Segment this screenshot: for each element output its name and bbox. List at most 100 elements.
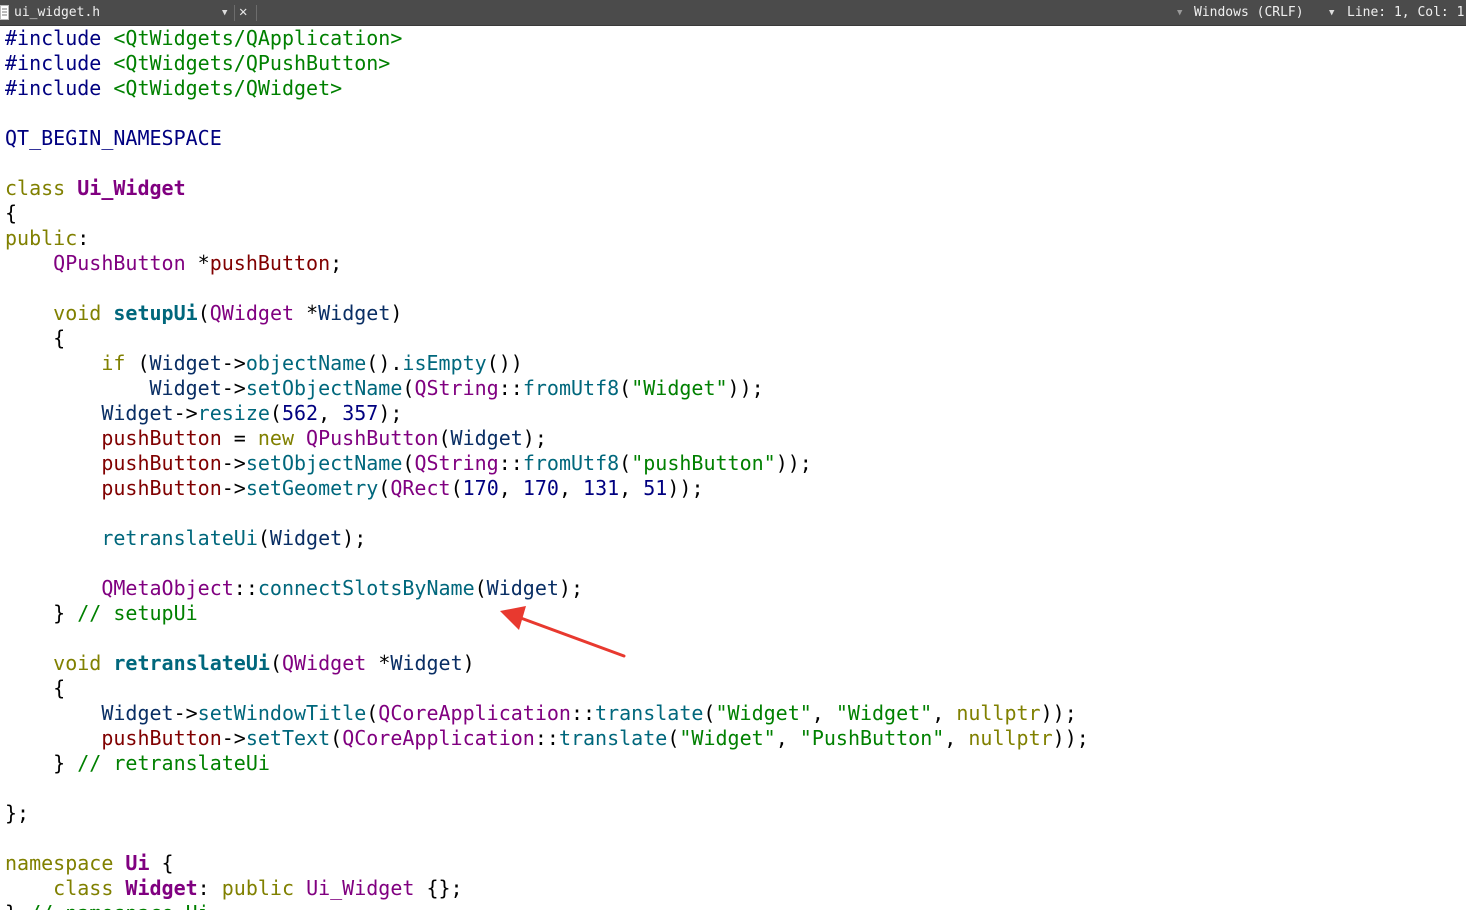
code-token: :: <box>570 701 596 725</box>
code-token: ( <box>257 526 270 550</box>
code-token: pushButton <box>101 726 222 750</box>
code-line[interactable]: } // retranslateUi <box>5 751 1089 776</box>
close-document-icon[interactable]: ✕ <box>239 4 247 21</box>
code-text[interactable]: #include <QtWidgets/QApplication> #includ… <box>5 26 1089 910</box>
code-line[interactable]: }; <box>5 801 1089 826</box>
code-line[interactable]: { <box>5 676 1089 701</box>
code-token: } <box>5 751 78 775</box>
code-token: public <box>221 876 307 900</box>
document-dropdown-icon[interactable]: ▼ <box>222 5 227 21</box>
code-line[interactable]: class Widget: public Ui_Widget {}; <box>5 876 1089 901</box>
code-token: QString <box>414 376 499 400</box>
code-token: setObjectName <box>245 451 403 475</box>
code-token: Ui_Widget <box>306 876 415 900</box>
code-token: )); <box>1052 726 1089 750</box>
encoding-dropdown-icon[interactable]: ▼ <box>1177 5 1182 21</box>
code-token: ); <box>558 576 584 600</box>
code-token: :: <box>233 576 258 600</box>
file-icon <box>0 5 9 20</box>
code-line[interactable] <box>5 551 1089 576</box>
code-editor[interactable]: #include <QtWidgets/QApplication> #includ… <box>0 26 1466 910</box>
document-selector[interactable]: ui_widget.h <box>14 5 100 21</box>
code-line[interactable]: { <box>5 201 1089 226</box>
code-line[interactable] <box>5 826 1089 851</box>
code-line[interactable]: class Ui_Widget <box>5 176 1089 201</box>
code-line[interactable] <box>5 776 1089 801</box>
code-line[interactable]: QT_BEGIN_NAMESPACE <box>5 126 1089 151</box>
code-token: setText <box>245 726 331 750</box>
line-endings-selector[interactable]: Windows (CRLF) <box>1194 5 1304 21</box>
code-token: ( <box>474 576 487 600</box>
code-token: ( <box>269 651 282 675</box>
code-token: <QtWidgets/QWidget> <box>113 76 343 100</box>
code-line[interactable] <box>5 501 1089 526</box>
code-line[interactable]: #include <QtWidgets/QWidget> <box>5 76 1089 101</box>
code-line[interactable]: pushButton->setGeometry(QRect(170, 170, … <box>5 476 1089 501</box>
code-line[interactable] <box>5 151 1089 176</box>
code-token: QPushButton <box>306 426 439 450</box>
code-token: Widget <box>390 651 463 675</box>
code-line[interactable]: } // setupUi <box>5 601 1089 626</box>
code-token: public <box>5 226 78 250</box>
code-line[interactable] <box>5 276 1089 301</box>
code-token: , <box>932 701 957 725</box>
code-token: ( <box>366 701 379 725</box>
code-line[interactable] <box>5 101 1089 126</box>
code-token: -> <box>221 451 246 475</box>
code-token: #include <box>5 76 114 100</box>
code-token: )); <box>727 376 764 400</box>
code-token: -> <box>173 401 198 425</box>
code-line[interactable]: QMetaObject::connectSlotsByName(Widget); <box>5 576 1089 601</box>
code-token: -> <box>221 376 246 400</box>
code-token: Widget <box>269 526 343 550</box>
code-token: -> <box>221 351 246 375</box>
code-line[interactable]: if (Widget->objectName().isEmpty()) <box>5 351 1089 376</box>
code-token: { <box>5 676 66 700</box>
code-line[interactable]: pushButton = new QPushButton(Widget); <box>5 426 1089 451</box>
code-token: } <box>5 601 78 625</box>
code-line[interactable]: Widget->setWindowTitle(QCoreApplication:… <box>5 701 1089 726</box>
code-line[interactable]: #include <QtWidgets/QApplication> <box>5 26 1089 51</box>
code-line[interactable]: { <box>5 326 1089 351</box>
code-line[interactable]: public: <box>5 226 1089 251</box>
code-token: ); <box>342 526 367 550</box>
code-line[interactable]: retranslateUi(Widget); <box>5 526 1089 551</box>
code-line[interactable]: } // namespace Ui <box>5 901 1089 910</box>
code-line[interactable]: Widget->resize(562, 357); <box>5 401 1089 426</box>
code-token: ( <box>438 426 451 450</box>
code-line[interactable]: void retranslateUi(QWidget *Widget) <box>5 651 1089 676</box>
code-token: , <box>619 476 644 500</box>
code-token: : <box>197 876 222 900</box>
code-line[interactable]: pushButton->setText(QCoreApplication::tr… <box>5 726 1089 751</box>
cursor-position[interactable]: Line: 1, Col: 1 <box>1347 5 1464 21</box>
code-token: fromUtf8 <box>522 451 620 475</box>
code-token: "Widget" <box>715 701 812 725</box>
code-token: #include <box>5 51 114 75</box>
code-line[interactable] <box>5 626 1089 651</box>
code-line[interactable]: #include <QtWidgets/QPushButton> <box>5 51 1089 76</box>
code-token: 562 <box>281 401 319 425</box>
code-token: )); <box>775 451 812 475</box>
code-token: , <box>558 476 584 500</box>
code-token: , <box>775 726 800 750</box>
code-line[interactable]: Widget->setObjectName(QString::fromUtf8(… <box>5 376 1089 401</box>
code-token: Widget <box>125 876 198 900</box>
code-token: pushButton <box>101 451 222 475</box>
code-token: class <box>5 176 78 200</box>
code-line[interactable]: void setupUi(QWidget *Widget) <box>5 301 1089 326</box>
code-token: (). <box>366 351 403 375</box>
code-token: "Widget" <box>679 726 776 750</box>
code-line[interactable]: QPushButton *pushButton; <box>5 251 1089 276</box>
code-token: Widget <box>450 426 523 450</box>
code-token: QCoreApplication <box>342 726 535 750</box>
cursor-position-dropdown-icon[interactable]: ▼ <box>1329 5 1334 21</box>
code-token: QT_BEGIN_NAMESPACE <box>5 126 222 150</box>
code-line[interactable]: namespace Ui { <box>5 851 1089 876</box>
code-line[interactable]: pushButton->setObjectName(QString::fromU… <box>5 451 1089 476</box>
code-token: setObjectName <box>245 376 403 400</box>
